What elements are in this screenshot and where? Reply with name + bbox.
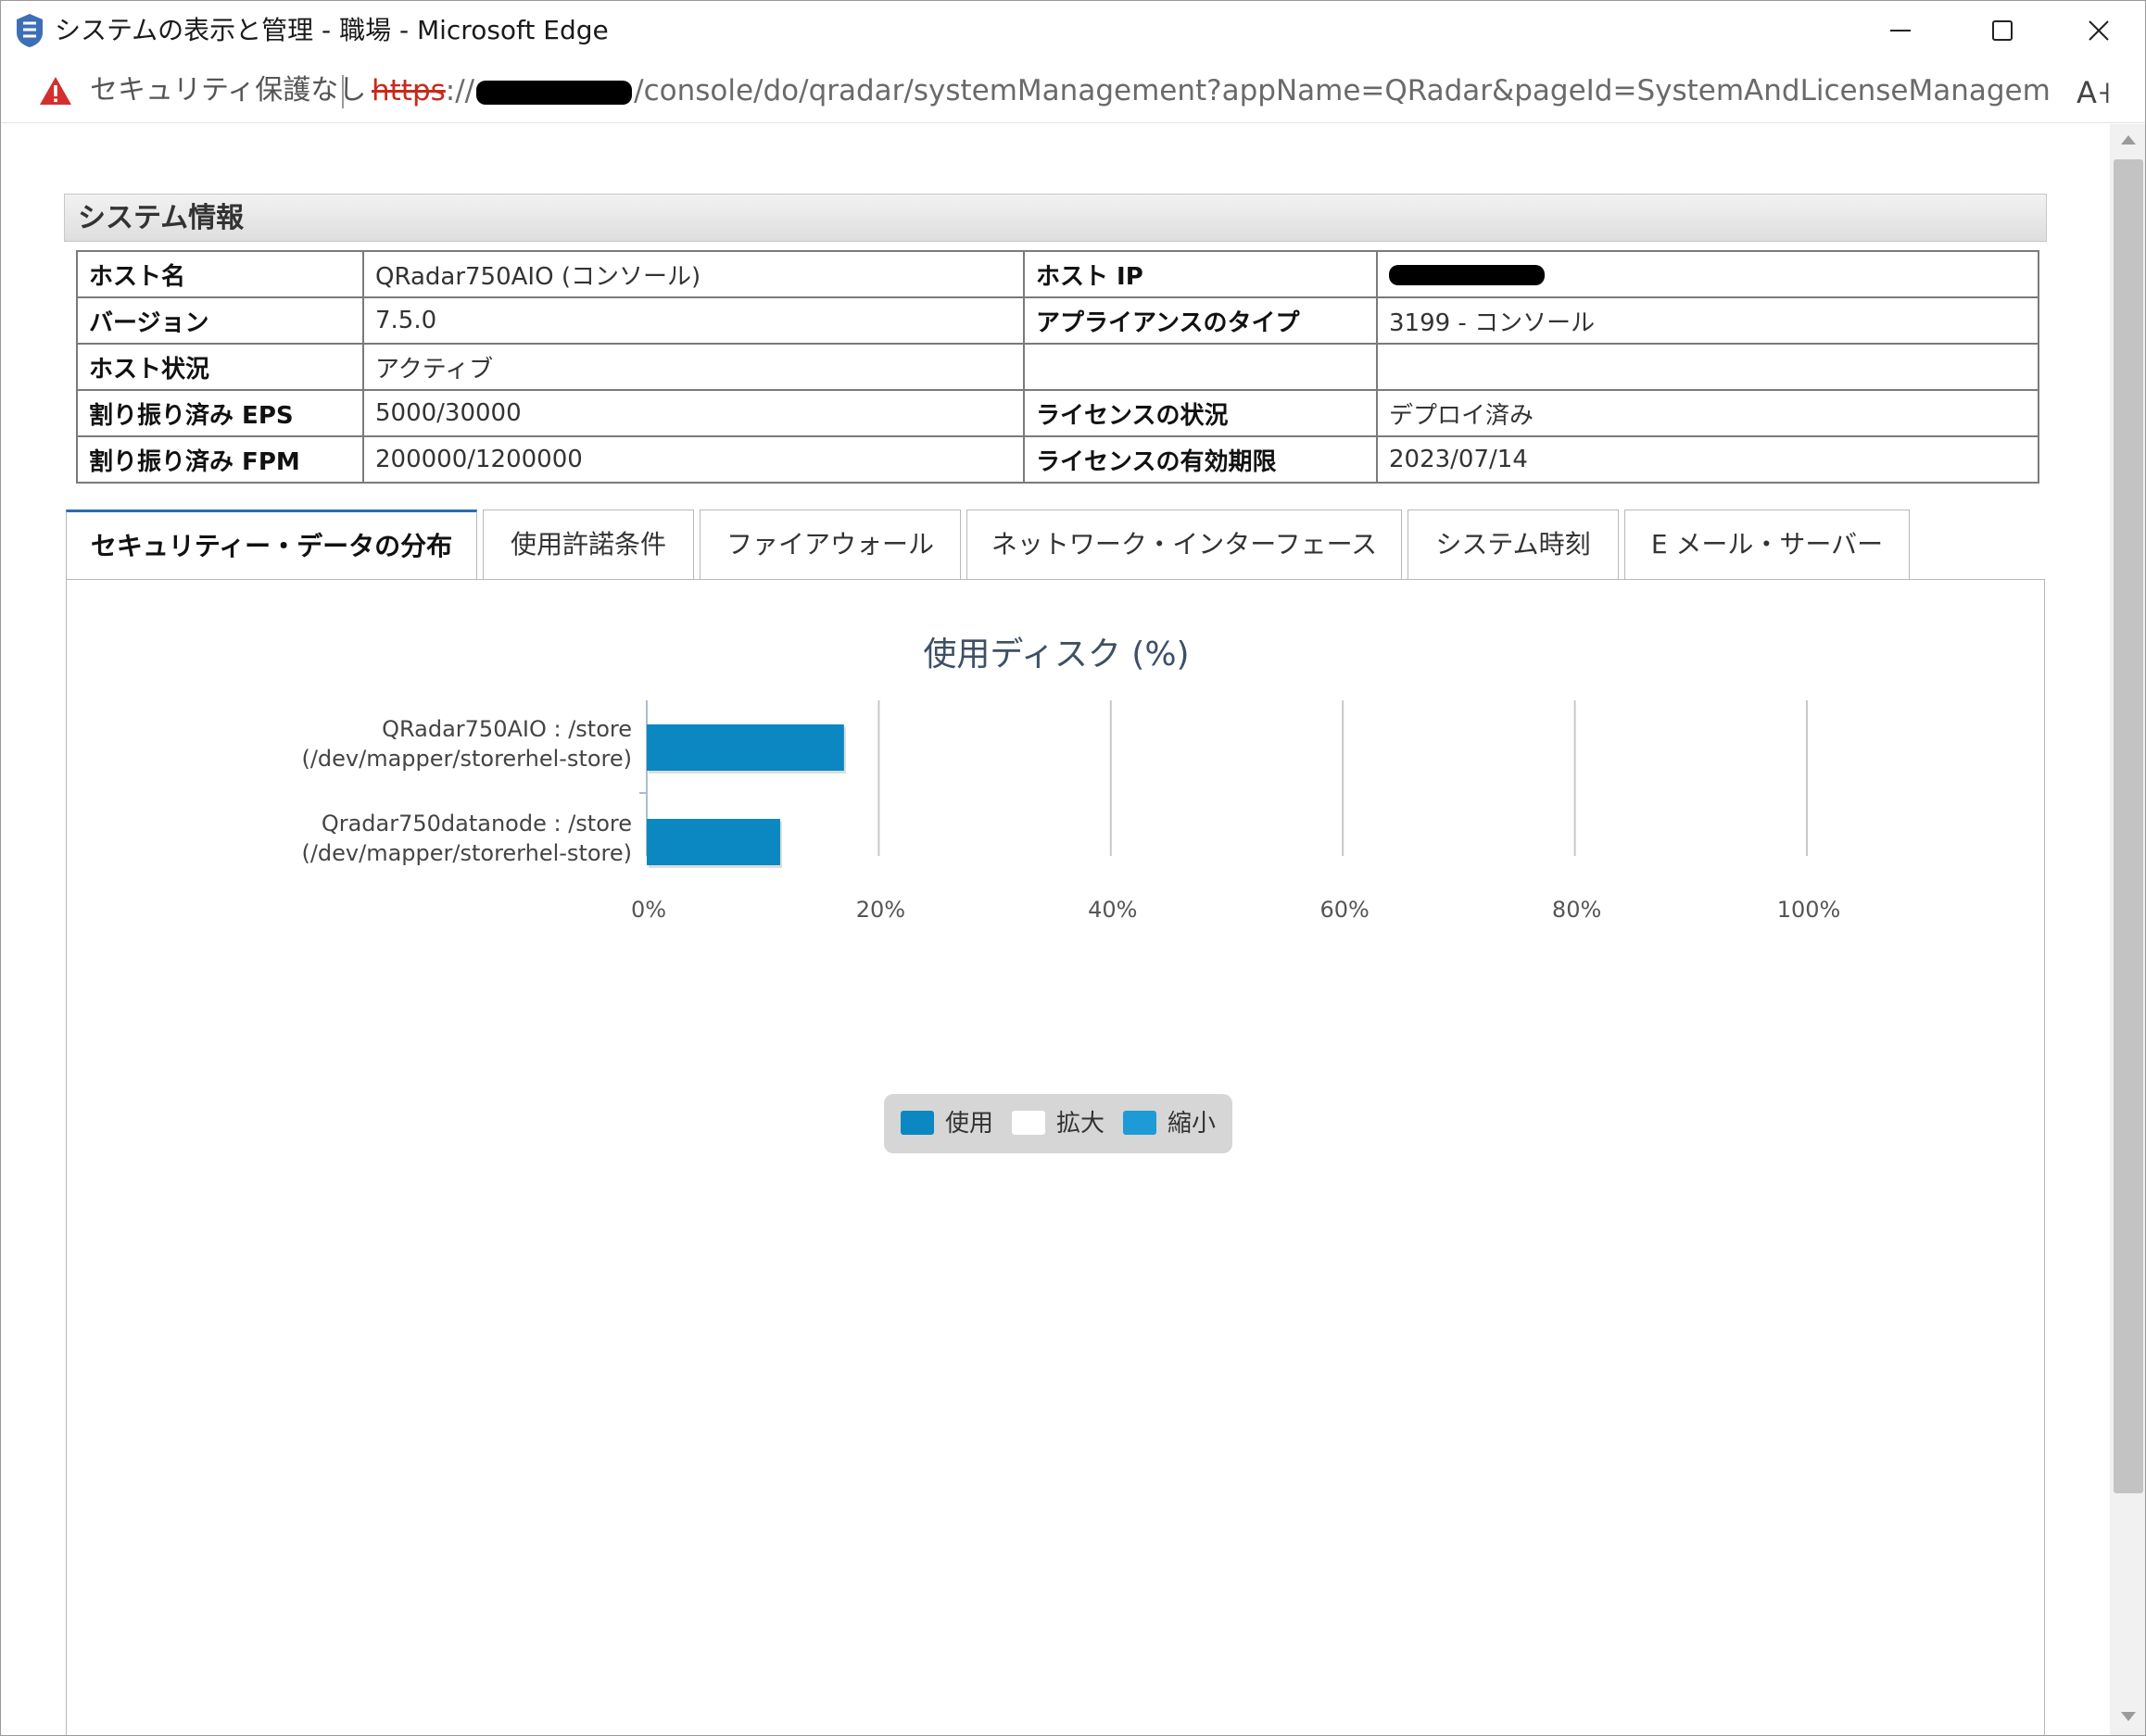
page-content: システム情報 ホスト名 QRadar750AIO (コンソール) ホスト IP … bbox=[1, 124, 2110, 1735]
security-status-label[interactable]: セキュリティ保護なし bbox=[90, 73, 366, 108]
host-ip-value bbox=[1376, 250, 2039, 298]
legend-item[interactable]: 使用 bbox=[901, 1109, 1004, 1140]
minimize-button[interactable] bbox=[1852, 1, 1949, 60]
tab-email-server[interactable]: E メール・サーバー bbox=[1624, 509, 1910, 580]
close-icon bbox=[2089, 20, 2109, 41]
tab-system-time[interactable]: システム時刻 bbox=[1408, 509, 1619, 580]
info-value: アクティブ bbox=[362, 343, 1025, 391]
tab-bar: セキュリティー・データの分布 使用許諾条件 ファイアウォール ネットワーク・イン… bbox=[66, 509, 2049, 582]
info-label: ホスト名 bbox=[76, 250, 364, 298]
info-label: 割り振り済み EPS bbox=[76, 389, 364, 437]
table-row: ホスト名 QRadar750AIO (コンソール) ホスト IP bbox=[76, 250, 2039, 298]
x-tick-label: 80% bbox=[1552, 897, 1601, 923]
vertical-scrollbar[interactable] bbox=[2110, 124, 2145, 1735]
x-tick-label: 40% bbox=[1088, 897, 1137, 923]
qradar-app-icon bbox=[17, 14, 43, 47]
tab-network-interfaces[interactable]: ネットワーク・インターフェース bbox=[966, 509, 1402, 580]
tab-panel: 使用ディスク (%) 0% 20% 40% 60% 80% 100% QRadar750AIO… bbox=[66, 579, 2045, 1735]
legend-item[interactable]: 拡大 bbox=[1012, 1109, 1116, 1140]
address-bar[interactable]: セキュリティ保護なし https:// /console/do/qradar/sy… bbox=[1, 60, 2145, 123]
info-value: 3199 - コンソール bbox=[1376, 296, 2039, 345]
warning-icon[interactable] bbox=[38, 75, 73, 107]
bar bbox=[647, 724, 844, 771]
chart-legend: 使用 拡大 縮小 bbox=[884, 1094, 1232, 1153]
legend-item[interactable]: 縮小 bbox=[1123, 1109, 1227, 1140]
info-label: バージョン bbox=[76, 296, 364, 345]
info-value bbox=[1376, 343, 2039, 391]
x-tick-label: 20% bbox=[856, 897, 905, 923]
legend-swatch bbox=[1012, 1111, 1045, 1135]
info-label: ホスト状況 bbox=[76, 343, 364, 391]
url-separator: :// bbox=[445, 74, 475, 107]
info-label: ライセンスの状況 bbox=[1023, 389, 1378, 437]
info-label bbox=[1023, 343, 1378, 391]
address-separator bbox=[342, 75, 344, 108]
maximize-icon bbox=[1992, 20, 2013, 41]
category-label: (/dev/mapper/storerhel-store) bbox=[301, 840, 632, 866]
x-tick-label: 0% bbox=[631, 897, 666, 923]
info-label: ホスト IP bbox=[1023, 250, 1378, 298]
info-label: ライセンスの有効期限 bbox=[1023, 435, 1378, 484]
tab-security-data-distribution[interactable]: セキュリティー・データの分布 bbox=[66, 509, 477, 582]
disk-usage-chart: 使用ディスク (%) 0% 20% 40% 60% 80% 100% QRadar750AIO… bbox=[301, 635, 1841, 923]
table-row: ホスト状況 アクティブ bbox=[76, 343, 2039, 391]
legend-label: 使用 bbox=[945, 1110, 994, 1138]
legend-label: 縮小 bbox=[1168, 1110, 1217, 1138]
info-value: 200000/1200000 bbox=[362, 435, 1025, 484]
legend-swatch bbox=[901, 1111, 934, 1135]
section-header: システム情報 bbox=[64, 194, 2047, 242]
table-row: 割り振り済み FPM 200000/1200000 ライセンスの有効期限 202… bbox=[76, 435, 2039, 484]
redacted-ip bbox=[1389, 264, 1545, 285]
category-label: QRadar750AIO : /store bbox=[382, 716, 632, 742]
scroll-down-arrow-icon[interactable] bbox=[2121, 1712, 2136, 1721]
info-value: デプロイ済み bbox=[1376, 389, 2039, 437]
system-info-table: ホスト名 QRadar750AIO (コンソール) ホスト IP バージョン 7… bbox=[76, 250, 2039, 484]
legend-label: 拡大 bbox=[1056, 1110, 1105, 1138]
url-field[interactable]: https:// /console/do/qradar/systemManagem… bbox=[372, 73, 2049, 108]
chart-title: 使用ディスク (%) bbox=[923, 635, 1189, 673]
x-tick-label: 100% bbox=[1777, 897, 1841, 923]
info-value: 5000/30000 bbox=[362, 389, 1025, 437]
url-path: /console/do/qradar/systemManagement?appN… bbox=[634, 74, 2049, 107]
tab-license-terms[interactable]: 使用許諾条件 bbox=[483, 509, 694, 580]
info-label: 割り振り済み FPM bbox=[76, 435, 364, 484]
title-bar: システムの表示と管理 - 職場 - Microsoft Edge bbox=[1, 1, 2145, 60]
window-title: システムの表示と管理 - 職場 - Microsoft Edge bbox=[55, 15, 609, 45]
url-scheme: https bbox=[372, 74, 446, 107]
scroll-up-arrow-icon[interactable] bbox=[2121, 135, 2136, 145]
info-value: 2023/07/14 bbox=[1376, 435, 2039, 484]
bar bbox=[647, 819, 780, 865]
legend-swatch bbox=[1123, 1111, 1156, 1135]
browser-window: システムの表示と管理 - 職場 - Microsoft Edge セキュリティ保… bbox=[0, 0, 2146, 1736]
category-label: (/dev/mapper/storerhel-store) bbox=[301, 746, 632, 772]
info-value: 7.5.0 bbox=[362, 296, 1025, 345]
minimize-icon bbox=[1890, 30, 1911, 31]
table-row: バージョン 7.5.0 アプライアンスのタイプ 3199 - コンソール bbox=[76, 296, 2039, 345]
close-button[interactable] bbox=[2051, 1, 2145, 60]
info-value: QRadar750AIO (コンソール) bbox=[362, 250, 1025, 298]
category-label: Qradar750datanode : /store bbox=[322, 811, 632, 837]
redacted-host bbox=[476, 80, 633, 105]
tab-firewall[interactable]: ファイアウォール bbox=[700, 509, 961, 580]
info-label: アプライアンスのタイプ bbox=[1023, 296, 1378, 345]
read-aloud-icon[interactable]: A˧ bbox=[2077, 75, 2112, 110]
maximize-button[interactable] bbox=[1954, 1, 2051, 60]
scroll-thumb[interactable] bbox=[2114, 159, 2143, 1493]
section-title: システム情報 bbox=[78, 202, 245, 234]
x-tick-label: 60% bbox=[1320, 897, 1370, 923]
table-row: 割り振り済み EPS 5000/30000 ライセンスの状況 デプロイ済み bbox=[76, 389, 2039, 437]
